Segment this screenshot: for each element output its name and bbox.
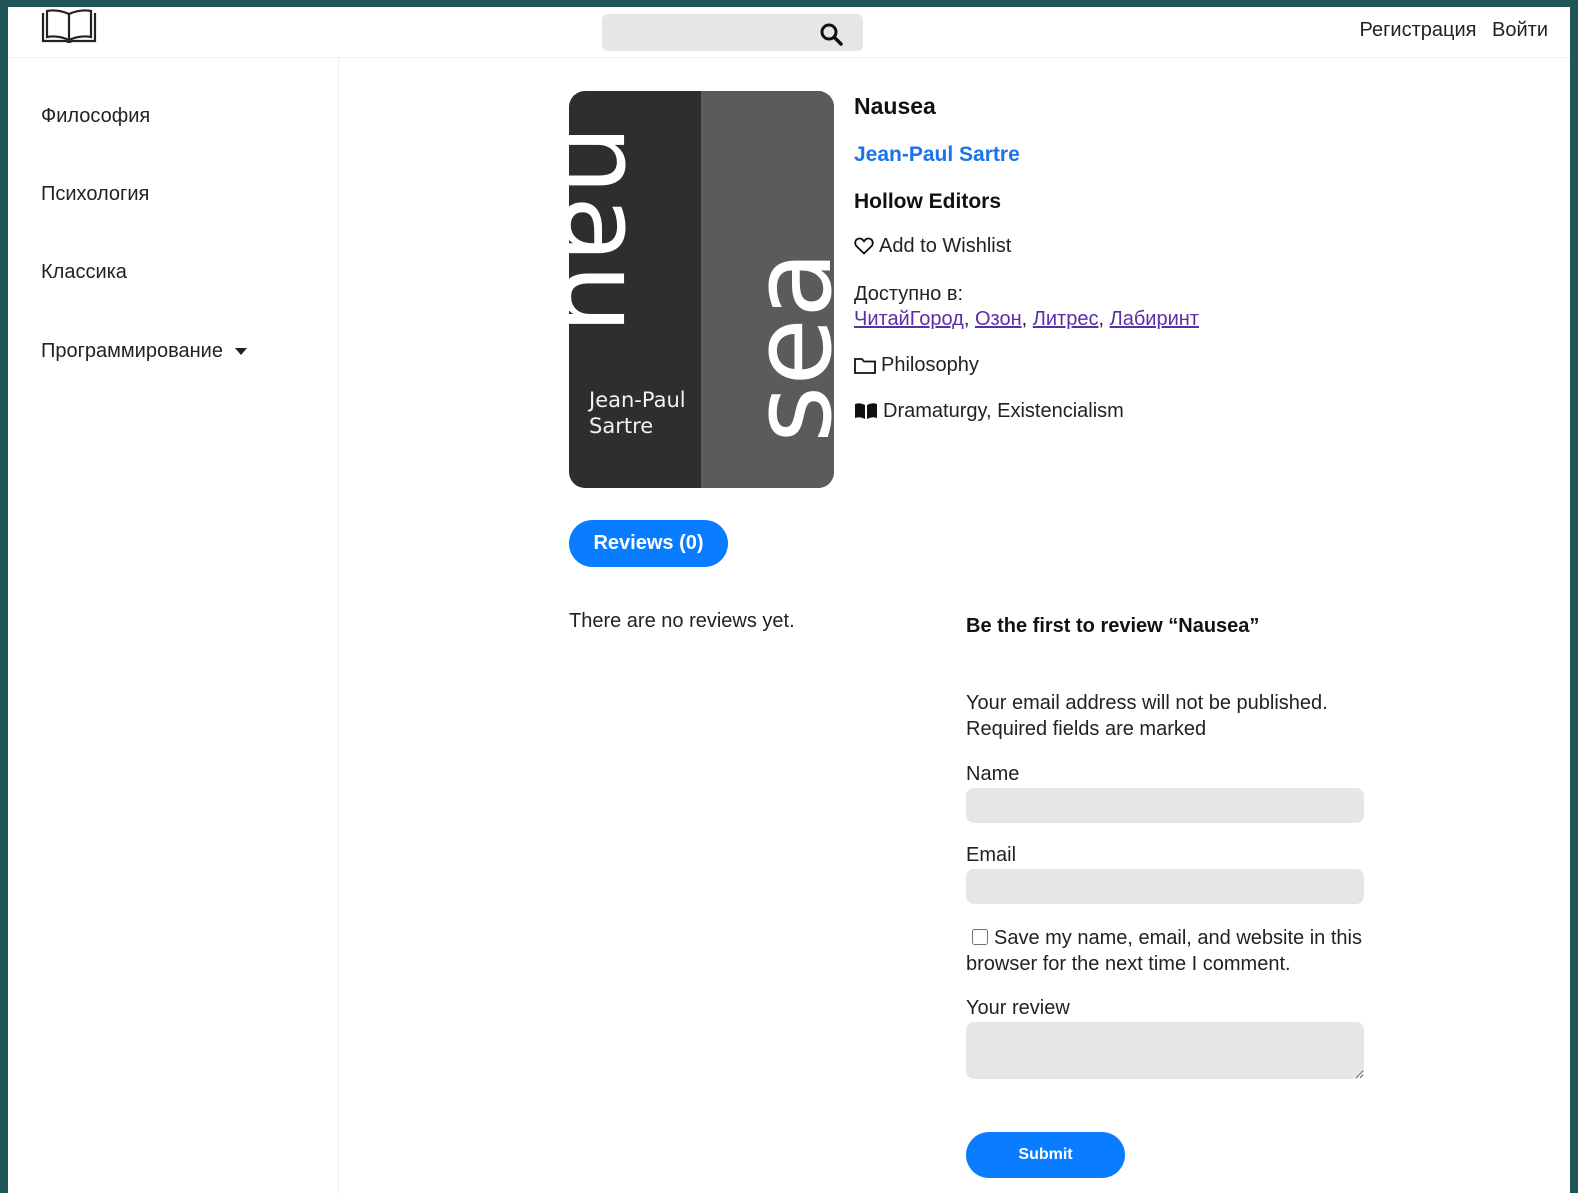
no-reviews-text: There are no reviews yet. bbox=[569, 610, 795, 632]
genres-label: Dramaturgy, Existencialism bbox=[883, 400, 1124, 422]
top-bar: Регистрация Войти bbox=[8, 7, 1570, 58]
add-to-wishlist-button[interactable]: Add to Wishlist bbox=[854, 235, 1011, 258]
category[interactable]: Philosophy bbox=[854, 354, 979, 377]
store-links: ЧитайГород, Озон, Литрес, Лабиринт bbox=[854, 308, 1199, 331]
folder-icon bbox=[854, 358, 876, 374]
save-info-label: Save my name, email, and website in this… bbox=[966, 927, 1362, 975]
chevron-down-icon[interactable] bbox=[234, 348, 247, 356]
sidebar-item-label: Психология bbox=[41, 183, 150, 205]
privacy-note-line2: Required fields are marked bbox=[966, 718, 1207, 740]
cover-title-side: sea bbox=[728, 250, 834, 443]
tab-reviews[interactable]: Reviews (0) bbox=[569, 520, 728, 567]
review-form-title: Be the first to review “Nausea” bbox=[966, 615, 1260, 637]
search-icon[interactable] bbox=[819, 22, 843, 46]
email-field[interactable] bbox=[966, 869, 1364, 904]
cover-author-last: Sartre bbox=[589, 414, 654, 438]
save-info-row: Save my name, email, and website in this… bbox=[966, 925, 1364, 977]
page: Регистрация Войти Философия Психология К… bbox=[8, 7, 1570, 1193]
name-label: Name bbox=[966, 763, 1020, 785]
store-separator: , bbox=[1098, 308, 1110, 330]
store-link-labirint[interactable]: Лабиринт bbox=[1110, 308, 1199, 330]
name-field[interactable] bbox=[966, 788, 1364, 823]
sidebar-item-label: Философия bbox=[41, 105, 151, 127]
store-separator: , bbox=[1021, 308, 1033, 330]
genres: Dramaturgy, Existencialism bbox=[854, 400, 1124, 423]
store-link-ozon[interactable]: Озон bbox=[975, 308, 1022, 330]
auth-links: Регистрация Войти bbox=[1350, 19, 1548, 42]
wishlist-label: Add to Wishlist bbox=[879, 235, 1012, 257]
review-textarea[interactable] bbox=[966, 1022, 1364, 1079]
search-box[interactable] bbox=[602, 14, 863, 51]
sidebar-item-philosophy[interactable]: Философия bbox=[41, 105, 150, 128]
sidebar-item-programming[interactable]: Программирование bbox=[41, 340, 247, 363]
review-label: Your review bbox=[966, 997, 1070, 1019]
email-label: Email bbox=[966, 844, 1017, 866]
save-info-checkbox[interactable] bbox=[972, 929, 988, 945]
book-title: Nausea bbox=[854, 93, 936, 119]
login-link[interactable]: Войти bbox=[1492, 19, 1548, 41]
book-icon bbox=[855, 403, 877, 419]
category-label: Philosophy bbox=[881, 354, 979, 376]
privacy-note-line1: Your email address will not be published… bbox=[966, 692, 1328, 714]
sidebar-item-label: Программирование bbox=[41, 340, 223, 362]
sidebar: Философия Психология Классика Программир… bbox=[8, 58, 339, 1193]
store-link-litres[interactable]: Литрес bbox=[1033, 308, 1099, 330]
cover-author: Jean-Paul Sartre bbox=[589, 387, 686, 439]
open-book-icon[interactable] bbox=[40, 9, 98, 45]
author-link[interactable]: Jean-Paul Sartre bbox=[854, 143, 1020, 167]
sidebar-item-label: Классика bbox=[41, 261, 127, 283]
cover-title-top: nau bbox=[569, 125, 666, 335]
available-label: Доступно в: bbox=[854, 283, 964, 305]
store-separator: , bbox=[963, 308, 975, 330]
privacy-note: Your email address will not be published… bbox=[966, 690, 1364, 742]
cover-author-first: Jean-Paul bbox=[589, 388, 686, 412]
submit-button[interactable]: Submit bbox=[966, 1132, 1125, 1178]
heart-icon bbox=[854, 237, 874, 255]
sidebar-item-psychology[interactable]: Психология bbox=[41, 183, 149, 206]
sidebar-item-classics[interactable]: Классика bbox=[41, 261, 127, 284]
register-link[interactable]: Регистрация bbox=[1360, 19, 1477, 41]
book-cover: nau sea Jean-Paul Sartre bbox=[569, 91, 834, 488]
publisher: Hollow Editors bbox=[854, 190, 1001, 213]
store-link-chitaigorod[interactable]: ЧитайГород bbox=[854, 308, 964, 330]
